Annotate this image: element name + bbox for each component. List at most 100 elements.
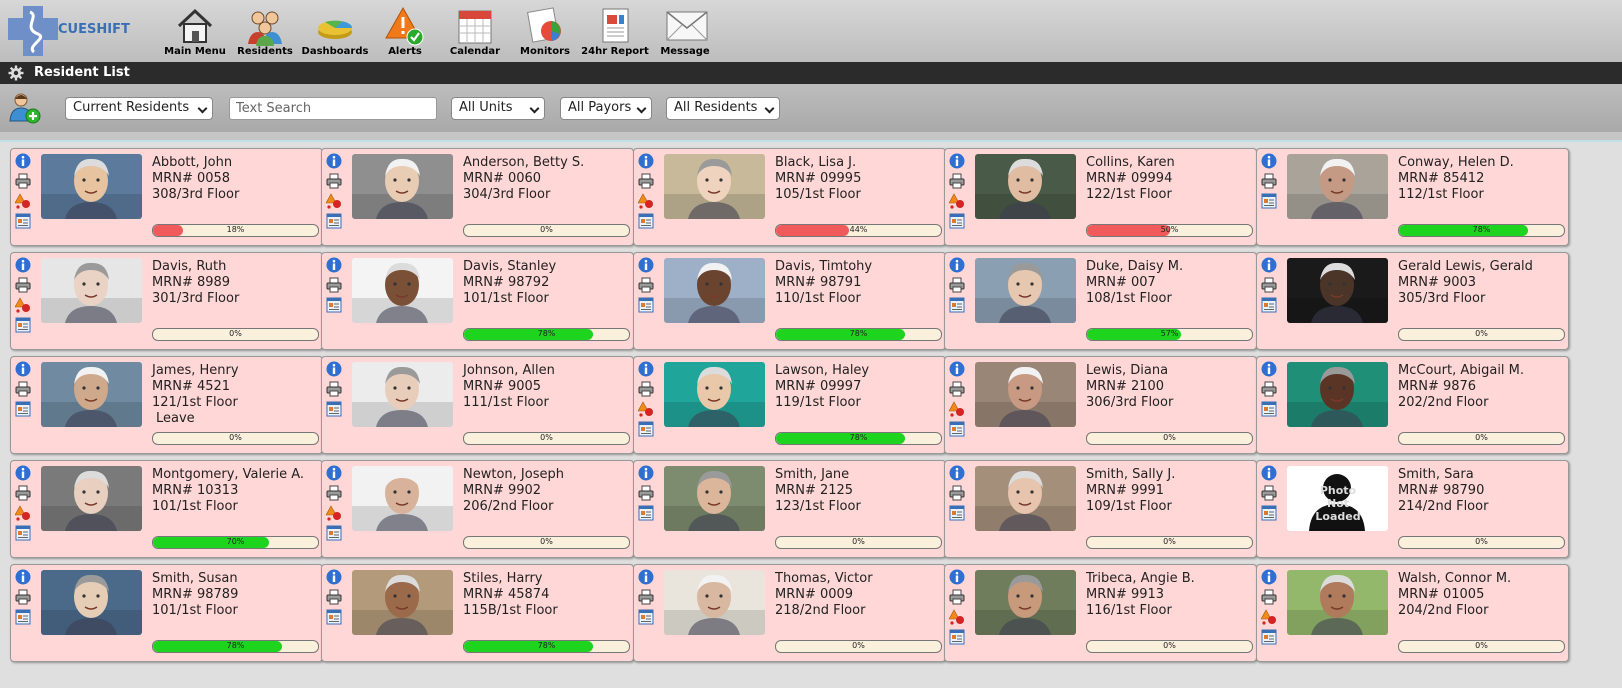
resident-photo[interactable] [1287, 362, 1388, 427]
resident-photo[interactable] [975, 154, 1076, 219]
resident-card[interactable]: McCourt, Abigail M. MRN# 9876 202/2nd Floo… [1256, 356, 1569, 454]
nav-residents[interactable]: Residents [230, 2, 300, 60]
resident-card[interactable]: Montgomery, Valerie A. MRN# 10313 101/1st … [10, 460, 323, 558]
residents-select[interactable]: All Residents [666, 97, 780, 120]
resident-photo[interactable] [41, 258, 142, 323]
info-icon[interactable] [15, 569, 31, 585]
print-icon[interactable] [326, 277, 342, 293]
resident-photo[interactable] [975, 466, 1076, 531]
print-icon[interactable] [15, 485, 31, 501]
resident-card[interactable]: Johnson, Allen MRN# 9005 111/1st Floor 0% [321, 356, 634, 454]
print-icon[interactable] [949, 381, 965, 397]
print-icon[interactable] [1261, 381, 1277, 397]
print-icon[interactable] [638, 277, 654, 293]
alert-icon[interactable] [325, 505, 342, 521]
chart-icon[interactable] [15, 213, 31, 229]
chart-icon[interactable] [949, 505, 965, 521]
resident-photo[interactable] [1287, 258, 1388, 323]
print-icon[interactable] [326, 485, 342, 501]
resident-photo[interactable] [664, 154, 765, 219]
alert-icon[interactable] [948, 401, 965, 417]
print-icon[interactable] [1261, 589, 1277, 605]
info-icon[interactable] [326, 465, 342, 481]
print-icon[interactable] [1261, 173, 1277, 189]
info-icon[interactable] [638, 569, 654, 585]
resident-card[interactable]: Abbott, John MRN# 0058 308/3rd Floor 18% [10, 148, 323, 246]
resident-photo[interactable] [664, 570, 765, 635]
resident-card[interactable]: Stiles, Harry MRN# 45874 115B/1st Floor 78% [321, 564, 634, 662]
print-icon[interactable] [638, 589, 654, 605]
info-icon[interactable] [15, 257, 31, 273]
chart-icon[interactable] [638, 421, 654, 437]
resident-photo[interactable] [41, 466, 142, 531]
print-icon[interactable] [949, 589, 965, 605]
resident-photo[interactable] [664, 466, 765, 531]
resident-photo[interactable] [975, 570, 1076, 635]
cueshift-logo[interactable]: CUESHIFT [8, 6, 136, 56]
resident-photo[interactable] [352, 570, 453, 635]
resident-photo[interactable] [41, 154, 142, 219]
units-select[interactable]: All Units [451, 97, 545, 120]
info-icon[interactable] [326, 257, 342, 273]
chart-icon[interactable] [949, 629, 965, 645]
info-icon[interactable] [949, 257, 965, 273]
print-icon[interactable] [638, 381, 654, 397]
info-icon[interactable] [326, 153, 342, 169]
nav-alerts[interactable]: Alerts [370, 2, 440, 60]
info-icon[interactable] [638, 361, 654, 377]
nav-24hr-report[interactable]: 24hr Report [580, 2, 650, 60]
chart-icon[interactable] [15, 609, 31, 625]
resident-card[interactable]: Walsh, Connor M. MRN# 01005 204/2nd Floor 0… [1256, 564, 1569, 662]
chart-icon[interactable] [326, 401, 342, 417]
info-icon[interactable] [1261, 153, 1277, 169]
chart-icon[interactable] [638, 505, 654, 521]
chart-icon[interactable] [326, 609, 342, 625]
search-input[interactable] [229, 97, 437, 120]
nav-calendar[interactable]: Calendar [440, 2, 510, 60]
resident-card[interactable]: Tribeca, Angie B. MRN# 9913 116/1st Floor 0… [944, 564, 1257, 662]
info-icon[interactable] [949, 153, 965, 169]
print-icon[interactable] [949, 277, 965, 293]
info-icon[interactable] [638, 153, 654, 169]
info-icon[interactable] [326, 569, 342, 585]
chart-icon[interactable] [638, 609, 654, 625]
resident-photo[interactable]: Photo Not Loaded [1287, 466, 1388, 531]
chart-icon[interactable] [1261, 297, 1277, 313]
info-icon[interactable] [15, 361, 31, 377]
alert-icon[interactable] [637, 401, 654, 417]
print-icon[interactable] [1261, 277, 1277, 293]
chart-icon[interactable] [638, 213, 654, 229]
alert-icon[interactable] [325, 193, 342, 209]
resident-photo[interactable] [975, 362, 1076, 427]
print-icon[interactable] [638, 485, 654, 501]
chart-icon[interactable] [15, 317, 31, 333]
resident-card[interactable]: Davis, Stanley MRN# 98792 101/1st Floor 78% [321, 252, 634, 350]
resident-card[interactable]: Lawson, Haley MRN# 09997 119/1st Floor 78% [633, 356, 946, 454]
chart-icon[interactable] [326, 213, 342, 229]
info-icon[interactable] [1261, 361, 1277, 377]
resident-card[interactable]: Newton, Joseph MRN# 9902 206/2nd Floor 0% [321, 460, 634, 558]
info-icon[interactable] [1261, 569, 1277, 585]
resident-card[interactable]: Thomas, Victor MRN# 0009 218/2nd Floor 0% [633, 564, 946, 662]
info-icon[interactable] [15, 153, 31, 169]
nav-main-menu[interactable]: Main Menu [160, 2, 230, 60]
print-icon[interactable] [15, 381, 31, 397]
resident-card[interactable]: Conway, Helen D. MRN# 85412 112/1st Floor 7… [1256, 148, 1569, 246]
print-icon[interactable] [326, 589, 342, 605]
chart-icon[interactable] [1261, 193, 1277, 209]
print-icon[interactable] [326, 173, 342, 189]
info-icon[interactable] [638, 465, 654, 481]
status-select[interactable]: Current Residents [65, 97, 213, 120]
chart-icon[interactable] [949, 421, 965, 437]
print-icon[interactable] [15, 173, 31, 189]
print-icon[interactable] [15, 277, 31, 293]
info-icon[interactable] [949, 361, 965, 377]
info-icon[interactable] [326, 361, 342, 377]
resident-photo[interactable] [352, 154, 453, 219]
resident-photo[interactable] [41, 362, 142, 427]
resident-card[interactable]: Davis, Ruth MRN# 8989 301/3rd Floor 0% [10, 252, 323, 350]
resident-photo[interactable] [352, 466, 453, 531]
resident-photo[interactable] [352, 258, 453, 323]
resident-card[interactable]: Photo Not Loaded Smith, Sara MRN# 98790 214… [1256, 460, 1569, 558]
resident-card[interactable]: James, Henry MRN# 4521 121/1st Floor Leave 0… [10, 356, 323, 454]
